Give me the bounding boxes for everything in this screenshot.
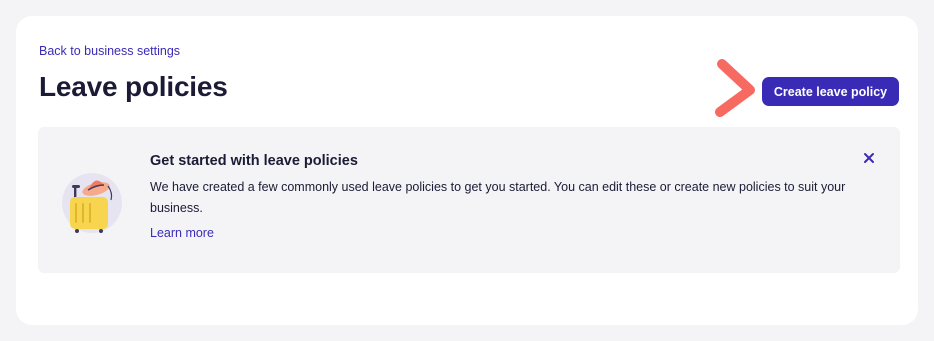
banner-description: We have created a few commonly used leav… bbox=[150, 180, 846, 215]
page-title: Leave policies bbox=[39, 71, 228, 102]
main-card: Back to business settings Leave policies… bbox=[16, 16, 918, 325]
create-leave-policy-button[interactable]: Create leave policy bbox=[762, 77, 899, 106]
back-to-business-settings-link[interactable]: Back to business settings bbox=[39, 44, 180, 58]
close-icon bbox=[864, 153, 874, 163]
get-started-banner: Get started with leave policies We have … bbox=[38, 127, 900, 273]
learn-more-link[interactable]: Learn more bbox=[150, 226, 214, 240]
banner-title: Get started with leave policies bbox=[150, 153, 358, 169]
suitcase-sunhat-illustration bbox=[62, 173, 122, 233]
close-banner-button[interactable] bbox=[860, 149, 878, 167]
chevron-arrow-icon bbox=[715, 59, 755, 117]
